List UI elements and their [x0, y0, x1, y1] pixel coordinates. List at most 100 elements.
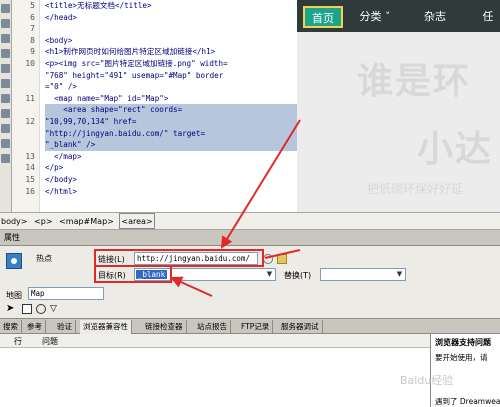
code-line[interactable]: <p><img src="图片特定区域加链接.png" width=: [45, 58, 297, 70]
code-line[interactable]: ="0" />: [45, 81, 297, 93]
line-number: 9: [30, 47, 35, 57]
baidu-watermark: Baidu经验: [400, 374, 454, 387]
browser-support-text: 要开始使用，请: [435, 353, 488, 362]
toolbar-icon[interactable]: [1, 34, 10, 43]
line-number: [12, 197, 39, 209]
design-preview[interactable]: 首页 分类 ˅ 杂志 任 谁是环 小达 把低碳环保好好延: [297, 0, 500, 212]
results-tab[interactable]: 链接检查器: [142, 320, 187, 334]
toolbar-icon[interactable]: [1, 49, 10, 58]
results-tab[interactable]: 验证: [54, 320, 76, 334]
browser-support-panel: 浏览器支持问题 要开始使用，请 遇到了 Dreamwea: [430, 334, 500, 407]
tag-body[interactable]: body>: [0, 214, 29, 230]
code-line[interactable]: [45, 23, 297, 35]
toolbar-icon[interactable]: [1, 124, 10, 133]
results-tab[interactable]: 站点报告: [194, 320, 231, 334]
results-tab[interactable]: FTP记录: [238, 320, 274, 334]
properties-panel: 热点 链接(L) http://jingyan.baidu.com/ 目标(R)…: [0, 246, 500, 318]
nav-category-label: 分类: [359, 10, 382, 23]
code-line[interactable]: <h1>制作网页时如何给图片特定区域加链接</h1>: [45, 46, 297, 58]
code-line[interactable]: <title>无标题文档</title>: [45, 0, 297, 12]
code-toolbar: [0, 0, 12, 212]
polygon-hotspot-tool-icon[interactable]: ▽: [50, 304, 60, 314]
toolbar-icon[interactable]: [1, 154, 10, 163]
line-number: 13: [25, 151, 35, 161]
line-number: 12: [25, 116, 35, 126]
tag-area[interactable]: <area>: [119, 213, 155, 229]
code-line[interactable]: <body>: [45, 35, 297, 47]
toolbar-icon[interactable]: [1, 139, 10, 148]
folder-icon[interactable]: [277, 254, 287, 264]
code-editor[interactable]: 5 6 7 8 9 10 11 12 13 14 15 16 <title>无标题文档</title>…: [12, 0, 297, 212]
chevron-down-icon: ▼: [396, 270, 403, 278]
tag-selector: body> <p> <map#Map> <area>: [0, 212, 500, 230]
toolbar-icon[interactable]: [1, 94, 10, 103]
toolbar-icon[interactable]: [1, 109, 10, 118]
code-line[interactable]: <area shape="rect" coords=: [45, 104, 297, 116]
line-number: 16: [25, 186, 35, 196]
column-row[interactable]: 行: [14, 336, 22, 347]
chevron-down-icon: ▼: [266, 270, 273, 278]
code-line[interactable]: "_blank" />: [45, 139, 297, 151]
target-annotation-box: [94, 265, 172, 283]
line-number: 8: [30, 35, 35, 45]
code-line[interactable]: </body>: [45, 174, 297, 186]
results-tab[interactable]: 浏览器兼容性: [80, 320, 132, 334]
tag-p[interactable]: <p>: [33, 214, 53, 230]
preview-watermark-slogan: 把低碳环保好好延: [367, 182, 464, 196]
code-line[interactable]: </html>: [45, 186, 297, 198]
nav-task[interactable]: 任: [473, 6, 500, 28]
properties-panel-header[interactable]: 属性: [0, 230, 500, 246]
hotspot-icon: [6, 253, 22, 269]
circle-hotspot-tool-icon[interactable]: [36, 304, 46, 314]
results-tab[interactable]: 服务器调试: [278, 320, 323, 334]
point-to-file-icon[interactable]: [263, 254, 273, 264]
browser-support-footer[interactable]: 遇到了 Dreamwea: [435, 396, 500, 407]
replace-select[interactable]: ▼: [320, 268, 406, 281]
line-number: 5: [30, 1, 35, 10]
toolbar-icon[interactable]: [1, 19, 10, 28]
results-tabs: 搜索 参考 验证 浏览器兼容性 链接检查器 站点报告 FTP记录 服务器调试: [0, 318, 500, 334]
dreamweaver-window: 5 6 7 8 9 10 11 12 13 14 15 16 <title>无标题文档</title>…: [0, 0, 500, 407]
line-number: 10: [25, 58, 35, 68]
code-line[interactable]: </p>: [45, 162, 297, 174]
code-line[interactable]: "768" height="491" usemap="#Map" border: [45, 70, 297, 82]
toolbar-icon[interactable]: [1, 4, 10, 13]
preview-navbar: 首页 分类 ˅ 杂志 任: [297, 0, 500, 32]
replace-label: 替换(T): [284, 271, 312, 280]
nav-category[interactable]: 分类 ˅: [355, 6, 395, 28]
line-number: 7: [30, 24, 35, 34]
line-number-gutter: 5 6 7 8 9 10 11 12 13 14 15 16: [12, 0, 40, 212]
column-issue[interactable]: 问题: [42, 336, 58, 347]
line-number: [12, 139, 39, 151]
line-number: 15: [25, 174, 35, 184]
preview-watermark-title: 谁是环: [357, 61, 472, 102]
results-header: 行 问题: [0, 334, 430, 348]
line-number: [12, 104, 39, 116]
map-name-input[interactable]: Map: [28, 287, 104, 300]
code-line[interactable]: "http://jingyan.baidu.com/" target=: [45, 127, 297, 140]
map-label: 地图: [6, 291, 22, 300]
toolbar-icon[interactable]: [1, 64, 10, 73]
code-area[interactable]: <title>无标题文档</title> </head> <body> <h1>制作网…: [45, 0, 297, 209]
line-number: [12, 70, 39, 82]
code-line[interactable]: <map name="Map" id="Map">: [45, 93, 297, 105]
hotspot-label: 热点: [36, 254, 52, 263]
code-line[interactable]: [45, 197, 297, 209]
line-number: [12, 128, 39, 140]
results-tab[interactable]: 搜索: [0, 320, 22, 334]
browser-support-title: 浏览器支持问题: [435, 338, 491, 347]
line-number: 14: [25, 163, 35, 173]
pointer-hotspot-tool-icon[interactable]: ➤: [6, 304, 16, 314]
toolbar-icon[interactable]: [1, 79, 10, 88]
tag-map[interactable]: <map#Map>: [58, 214, 115, 230]
code-line[interactable]: "10,99,70,134" href=: [45, 115, 297, 128]
code-line[interactable]: </head>: [45, 12, 297, 24]
results-tab[interactable]: 参考: [24, 320, 46, 334]
rect-hotspot-tool-icon[interactable]: [22, 304, 32, 314]
code-line[interactable]: </map>: [45, 151, 297, 163]
line-number: 6: [30, 12, 35, 22]
nav-magazine[interactable]: 杂志: [415, 6, 455, 28]
nav-home[interactable]: 首页: [303, 6, 343, 28]
preview-watermark-sub: 小达: [417, 129, 494, 170]
line-number: 11: [25, 93, 35, 103]
